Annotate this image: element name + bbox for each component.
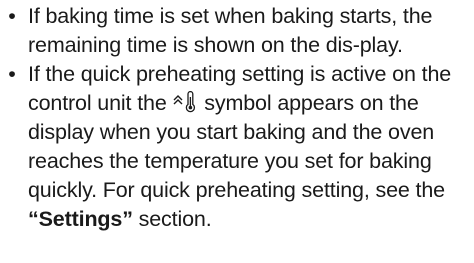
manual-page: • If baking time is set when baking star… xyxy=(0,0,474,263)
list-item-text-end: section. xyxy=(132,207,212,231)
list-item-text: If baking time is set when baking starts… xyxy=(28,4,433,57)
instruction-list: • If baking time is set when baking star… xyxy=(2,2,468,234)
settings-section-reference: “Settings” xyxy=(28,207,133,231)
list-item-baking-time: • If baking time is set when baking star… xyxy=(2,2,468,60)
bullet-marker: • xyxy=(8,62,16,86)
list-item-quick-preheating: • If the quick preheating setting is act… xyxy=(2,60,468,234)
bullet-marker: • xyxy=(8,4,16,28)
quick-preheat-thermometer-icon xyxy=(173,91,197,113)
